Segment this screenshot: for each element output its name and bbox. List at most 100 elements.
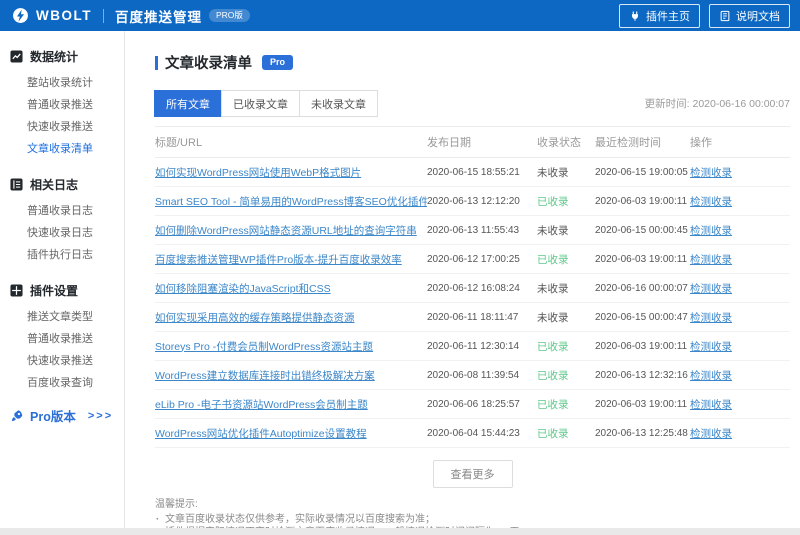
last-check-time: 2020-06-03 19:00:11: [595, 253, 688, 265]
sidebar-item[interactable]: 快速收录推送: [0, 349, 124, 371]
sidebar-sections: 数据统计 整站收录统计 普通收录推送 快速收录推送 文章收录清单 相关日志 普通收录日志 快速…: [0, 44, 124, 393]
sidebar-item[interactable]: 百度收录查询: [0, 371, 124, 393]
sidebar-section: 插件设置推送文章类型 普通收录推送 快速收录推送 百度收录查询: [0, 278, 124, 393]
plug-icon: [629, 10, 641, 22]
article-title-link[interactable]: 如何移除阻塞渲染的JavaScript和CSS: [155, 281, 427, 296]
page: WBOLT 百度推送管理 PRO版 插件主页 说明文档 数据统计 整站收录统计 普通…: [0, 0, 800, 535]
column-header: 发布日期: [427, 137, 471, 149]
index-status: 已收录: [537, 369, 569, 382]
check-index-link[interactable]: 检测收录: [690, 223, 790, 238]
last-check-time: 2020-06-03 19:00:11: [595, 340, 688, 352]
last-check-time: 2020-06-13 12:32:16: [595, 369, 688, 381]
plugin-home-button[interactable]: 插件主页: [619, 3, 700, 28]
publish-date: 2020-06-13 12:12:20: [427, 195, 520, 207]
publish-date: 2020-06-12 16:08:24: [427, 282, 520, 294]
last-check-time: 2020-06-13 12:25:48: [595, 427, 688, 439]
publish-date: 2020-06-13 11:55:43: [427, 224, 520, 236]
check-index-link[interactable]: 检测收录: [690, 281, 790, 296]
check-index-link[interactable]: 检测收录: [690, 397, 790, 412]
sidebar-section: 相关日志 普通收录日志 快速收录日志 插件执行日志: [0, 172, 124, 265]
sidebar: 数据统计 整站收录统计 普通收录推送 快速收录推送 文章收录清单 相关日志 普通收录日志 快速…: [0, 31, 125, 528]
tab-included-articles[interactable]: 已收录文章: [221, 90, 300, 117]
article-title-link[interactable]: Storeys Pro -付费会员制WordPress资源站主题: [155, 339, 427, 354]
article-title-link[interactable]: WordPress建立数据库连接时出错终极解决方案: [155, 368, 427, 383]
wbolt-logo-bolt-icon: [12, 7, 29, 24]
article-title-link[interactable]: WordPress网站优化插件Autoptimize设置教程: [155, 426, 427, 441]
tab-all-articles[interactable]: 所有文章: [154, 90, 222, 117]
article-title-link[interactable]: 如何删除WordPress网站静态资源URL地址的查询字符串: [155, 223, 427, 238]
sidebar-item[interactable]: 快速收录推送: [0, 115, 124, 137]
sidebar-item[interactable]: 文章收录清单: [0, 137, 124, 159]
last-check-time: 2020-06-15 00:00:45: [595, 224, 688, 236]
index-status: 已收录: [537, 253, 569, 266]
sidebar-item[interactable]: 插件执行日志: [0, 243, 124, 265]
index-status: 已收录: [537, 340, 569, 353]
column-header: 最近检测时间: [595, 137, 661, 149]
chevrons-right-icon: >>>: [87, 409, 114, 422]
check-index-link[interactable]: 检测收录: [690, 339, 790, 354]
sidebar-item[interactable]: 推送文章类型: [0, 305, 124, 327]
column-header: 收录状态: [537, 137, 581, 149]
plugin-home-label: 插件主页: [646, 10, 690, 23]
sidebar-section-label: 插件设置: [30, 284, 79, 298]
header-divider: [102, 8, 104, 23]
article-title-link[interactable]: 如何实现采用高效的缓存策略提供静态资源: [155, 310, 427, 325]
article-title-link[interactable]: eLib Pro -电子书资源站WordPress会员制主题: [155, 397, 427, 412]
publish-date: 2020-06-15 18:55:21: [427, 166, 520, 178]
sidebar-item[interactable]: 快速收录日志: [0, 221, 124, 243]
column-header: 标题/URL: [155, 137, 203, 149]
last-check-time: 2020-06-16 00:00:07: [595, 282, 688, 294]
table-row: Smart SEO Tool - 简单易用的WordPress博客SEO优化插件…: [155, 187, 790, 216]
sidebar-item[interactable]: 普通收录推送: [0, 327, 124, 349]
publish-date: 2020-06-11 18:11:47: [427, 311, 519, 323]
publish-date: 2020-06-11 12:30:14: [427, 340, 520, 352]
table-row: eLib Pro -电子书资源站WordPress会员制主题 2020-06-06…: [155, 390, 790, 419]
index-status: 已收录: [537, 398, 569, 411]
sidebar-item[interactable]: 普通收录日志: [0, 199, 124, 221]
last-check-time: 2020-06-15 00:00:47: [595, 311, 688, 323]
load-more-wrap: 查看更多: [155, 460, 790, 488]
index-status: 已收录: [537, 427, 569, 440]
tip-item: 文章百度收录状态仅供参考，实际收录情况以百度搜索为准；: [155, 513, 790, 526]
check-index-link[interactable]: 检测收录: [690, 194, 790, 209]
tips-list: 文章百度收录状态仅供参考，实际收录情况以百度搜索为准；插件根据实际情况不定时检测…: [155, 513, 790, 528]
tabs-row: 所有文章 已收录文章 未收录文章 更新时间: 2020-06-16 00:00:07: [154, 90, 790, 117]
article-title-link[interactable]: Smart SEO Tool - 简单易用的WordPress博客SEO优化插件: [155, 194, 427, 209]
sidebar-item[interactable]: 整站收录统计: [0, 71, 124, 93]
publish-date: 2020-06-12 17:00:25: [427, 253, 520, 265]
tips-title: 温馨提示:: [155, 499, 198, 510]
tab-not-included-articles[interactable]: 未收录文章: [299, 90, 378, 117]
publish-date: 2020-06-06 18:25:57: [427, 398, 520, 410]
article-title-link[interactable]: 百度搜索推送管理WP插件Pro版本-提升百度收录效率: [155, 252, 427, 267]
check-index-link[interactable]: 检测收录: [690, 165, 790, 180]
sidebar-item[interactable]: 普通收录推送: [0, 93, 124, 115]
load-more-button[interactable]: 查看更多: [432, 460, 513, 488]
chart-icon: [10, 50, 23, 63]
table-row: 如何删除WordPress网站静态资源URL地址的查询字符串 2020-06-13…: [155, 216, 790, 245]
sidebar-pro-link[interactable]: Pro版本 >>>: [0, 406, 124, 425]
table-body: 如何实现WordPress网站使用WebP格式图片 2020-06-15 18:5…: [155, 158, 790, 448]
articles-table: 标题/URL 发布日期 收录状态 最近检测时间 操作 如何实现WordPress网站使用…: [155, 126, 790, 448]
index-status: 未收录: [537, 311, 569, 324]
sidebar-section-title: 插件设置: [0, 278, 124, 305]
article-title-link[interactable]: 如何实现WordPress网站使用WebP格式图片: [155, 165, 427, 180]
main-content: 文章收录清单 Pro 所有文章 已收录文章 未收录文章 更新时间: 2020-06-…: [126, 31, 800, 528]
check-index-link[interactable]: 检测收录: [690, 252, 790, 267]
check-index-link[interactable]: 检测收录: [690, 426, 790, 441]
page-bottom-edge: [0, 528, 800, 535]
publish-date: 2020-06-08 11:39:54: [427, 369, 520, 381]
docs-label: 说明文档: [736, 10, 780, 23]
table-row: Storeys Pro -付费会员制WordPress资源站主题 2020-06-…: [155, 332, 790, 361]
document-icon: [719, 10, 731, 22]
table-row: 如何实现WordPress网站使用WebP格式图片 2020-06-15 18:5…: [155, 158, 790, 187]
docs-button[interactable]: 说明文档: [709, 3, 790, 28]
pro-label: Pro版本: [30, 410, 76, 424]
pro-badge: Pro: [262, 55, 294, 70]
check-index-link[interactable]: 检测收录: [690, 368, 790, 383]
check-index-link[interactable]: 检测收录: [690, 310, 790, 325]
index-status: 未收录: [537, 282, 569, 295]
table-row: WordPress建立数据库连接时出错终极解决方案 2020-06-08 11:3…: [155, 361, 790, 390]
filter-tabs: 所有文章 已收录文章 未收录文章: [154, 90, 378, 117]
brand-name: WBOLT: [36, 8, 92, 23]
table-row: WordPress网站优化插件Autoptimize设置教程 2020-06-04…: [155, 419, 790, 448]
